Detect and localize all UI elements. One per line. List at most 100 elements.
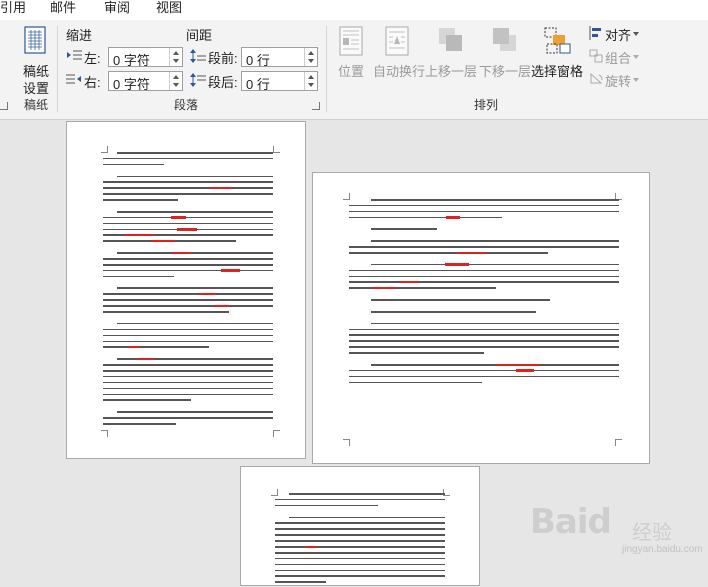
menu-bar: 引用 邮件 审阅 视图 <box>0 0 708 20</box>
spacing-before-label: 段前: <box>208 51 238 66</box>
manuscript-dialog-launcher[interactable] <box>0 102 8 110</box>
bring-forward-button[interactable]: 上移一层 <box>425 24 477 86</box>
text-line <box>349 358 619 360</box>
spelling-squiggle <box>127 346 141 349</box>
selection-pane-icon <box>544 27 571 54</box>
bring-forward-label: 上移一层 <box>425 64 478 79</box>
text-line <box>275 522 445 525</box>
text-line <box>349 317 619 319</box>
indent-left-spinner[interactable] <box>169 48 182 66</box>
page-corner-mark <box>273 430 280 437</box>
position-label: 位置 <box>338 64 365 79</box>
text-line <box>349 369 619 372</box>
wrap-text-button[interactable]: 自动换行 <box>371 24 425 86</box>
spelling-squiggle <box>125 234 155 237</box>
text-line <box>103 311 230 313</box>
align-label: 对齐 <box>605 28 632 43</box>
text-line <box>103 393 273 396</box>
rotate-icon <box>590 72 603 84</box>
group-objects-label: 组合 <box>605 51 632 66</box>
text-line <box>103 199 179 201</box>
text-line <box>275 504 379 507</box>
text-line <box>103 258 273 260</box>
spelling-squiggle <box>214 304 230 308</box>
text-line <box>349 216 503 219</box>
text-line <box>103 334 273 337</box>
spacing-after-input[interactable]: 0 行 <box>241 71 318 92</box>
spelling-squiggle <box>495 363 540 366</box>
text-line <box>275 551 445 554</box>
indent-left-icon <box>67 50 82 60</box>
text-line <box>103 275 174 278</box>
page-corner-mark <box>343 439 350 446</box>
manuscript-label-line2: 设置 <box>23 81 50 96</box>
text-line <box>349 281 619 284</box>
page-corner-mark <box>101 430 108 437</box>
text-line <box>288 516 445 519</box>
text-line <box>275 528 445 530</box>
text-line <box>103 387 273 390</box>
indent-right-input[interactable]: 0 字符 <box>108 71 183 92</box>
paragraph-dialog-launcher[interactable] <box>312 102 320 110</box>
selection-pane-button[interactable]: 选择窗格 <box>531 24 585 86</box>
rotate-button[interactable]: 旋转 <box>587 71 647 89</box>
spacing-before-input[interactable]: 0 行 <box>241 47 318 68</box>
text-line <box>103 239 237 243</box>
text-line <box>349 381 483 384</box>
text-line <box>116 287 273 290</box>
page-text-block <box>103 152 273 429</box>
text-line <box>103 292 273 296</box>
wrap-text-label: 自动换行 <box>373 64 426 79</box>
text-line <box>103 369 273 372</box>
menu-references[interactable]: 引用 <box>0 0 26 16</box>
text-line <box>275 563 445 566</box>
manuscript-settings-button[interactable]: 稿纸 设置 <box>18 24 56 96</box>
text-line <box>103 181 273 184</box>
text-line <box>116 322 273 325</box>
text-line <box>103 269 273 272</box>
document-page-1[interactable] <box>66 121 306 459</box>
indent-header: 缩进 <box>66 28 93 43</box>
text-line <box>349 251 548 255</box>
menu-mailings[interactable]: 邮件 <box>50 0 76 16</box>
spelling-squiggle <box>399 281 419 284</box>
text-line <box>349 204 619 207</box>
text-line <box>103 340 273 343</box>
menu-review[interactable]: 审阅 <box>104 0 130 16</box>
indent-left-value: 0 字符 <box>113 53 150 68</box>
align-icon <box>589 26 601 40</box>
document-page-3[interactable] <box>240 466 480 586</box>
text-line <box>103 170 273 172</box>
indent-right-spinner[interactable] <box>169 72 182 90</box>
text-line <box>103 216 273 219</box>
text-line <box>370 363 619 366</box>
text-line <box>275 540 445 542</box>
spacing-after-spinner[interactable] <box>304 72 317 90</box>
send-backward-button[interactable]: 下移一层 <box>479 24 531 86</box>
spelling-squiggle <box>151 239 176 243</box>
selection-pane-label: 选择窗格 <box>531 64 584 79</box>
text-line <box>349 258 619 260</box>
text-line <box>349 346 619 348</box>
manuscript-icon <box>24 26 46 54</box>
text-line <box>103 157 273 160</box>
align-button[interactable]: 对齐 <box>587 25 647 43</box>
text-line <box>103 228 273 231</box>
paragraph-group-label: 段落 <box>174 98 199 112</box>
position-button[interactable]: 位置 <box>335 24 369 86</box>
spelling-squiggle <box>304 545 318 549</box>
text-line <box>370 310 536 313</box>
document-page-2[interactable] <box>312 172 650 464</box>
watermark-brand: Baid <box>530 502 612 542</box>
text-line <box>370 322 619 325</box>
spacing-before-spinner[interactable] <box>304 48 317 66</box>
paragraph-group: 缩进 间距 左: 0 字符 右: 0 字符 段前: 0 行 段后: 0 行 段落 <box>58 20 324 119</box>
send-backward-icon <box>493 28 516 51</box>
text-line <box>275 498 445 501</box>
indent-right-icon <box>66 74 81 84</box>
menu-view[interactable]: 视图 <box>156 0 182 16</box>
text-line <box>349 234 619 236</box>
group-objects-button[interactable]: 组合 <box>587 48 647 66</box>
group-objects-icon <box>589 49 603 63</box>
indent-left-input[interactable]: 0 字符 <box>108 47 183 68</box>
